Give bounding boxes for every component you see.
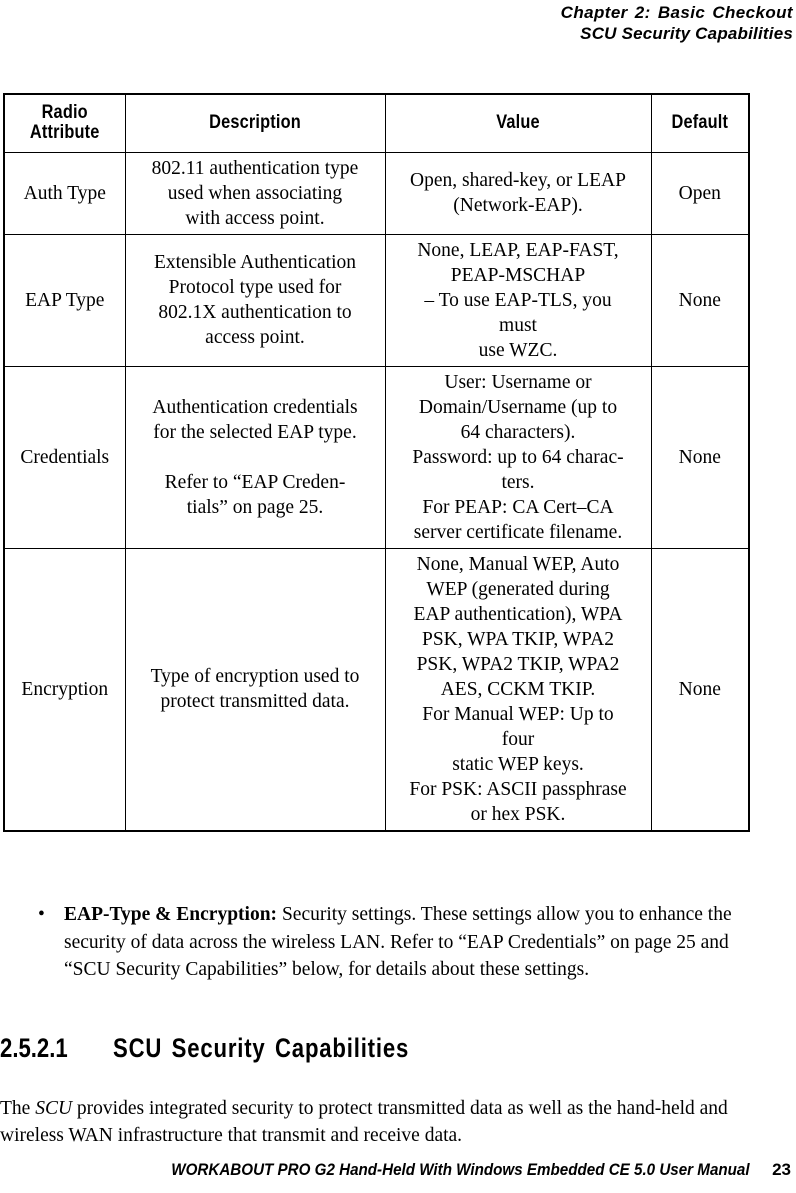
footer-manual-title: WORKABOUT PRO G2 Hand-Held With Windows … (171, 1161, 751, 1179)
bullet-marker-icon: • (38, 904, 45, 925)
table-body: Auth Type 802.11 authentication type use… (3, 151, 750, 831)
column-header-radio-attribute: Radio Attribute (12, 94, 117, 153)
body-paragraph-emphasis: SCU (35, 1097, 73, 1119)
header-section-title: SCU Security Capabilities (580, 24, 793, 43)
cell-description: Authentication credentials for the selec… (124, 365, 386, 549)
page-running-header: Chapter 2: Basic Checkout SCU Security C… (0, 0, 796, 44)
cell-default: None (650, 547, 750, 831)
bullet-lead-in: EAP-Type & Encryption: (64, 904, 278, 925)
column-header-value: Value (403, 94, 633, 153)
header-chapter-title: Chapter 2: Basic Checkout (560, 3, 793, 22)
column-header-default: Default (657, 94, 743, 153)
cell-default: None (650, 365, 750, 549)
body-paragraph-part2: provides integrated security to protect … (0, 1097, 728, 1147)
table-row: Auth Type 802.11 authentication type use… (3, 151, 750, 235)
footer-page-number: 23 (772, 1160, 791, 1179)
table-row: EAP Type Extensible Authentication Proto… (3, 233, 750, 367)
cell-radio-attribute: EAP Type (3, 233, 126, 367)
page-footer: WORKABOUT PRO G2 Hand-Held With Windows … (0, 1160, 796, 1180)
cell-value: Open, shared-key, or LEAP (Network-EAP). (384, 151, 652, 235)
section-heading: 2.5.2.1 SCU Security Capabilities (0, 1032, 760, 1064)
section-title: SCU Security Capabilities (113, 1033, 410, 1063)
table-row: Credentials Authentication credentials f… (3, 365, 750, 549)
cell-radio-attribute: Credentials (3, 365, 126, 549)
body-paragraph: The SCU provides integrated security to … (0, 1095, 780, 1150)
table-row: Encryption Type of encryption used to pr… (3, 547, 750, 831)
table-header-row: Radio Attribute Description Value Defaul… (4, 94, 749, 153)
bullet-list: • EAP-Type & Encryption: Security settin… (38, 901, 748, 984)
cell-default: Open (650, 151, 750, 235)
body-paragraph-part1: The (0, 1097, 36, 1119)
cell-description: 802.11 authentication type used when ass… (124, 151, 386, 235)
cell-value: User: Username or Domain/Username (up to… (384, 365, 652, 549)
bullet-item-text: EAP-Type & Encryption: Security settings… (64, 901, 748, 984)
cell-value: None, Manual WEP, Auto WEP (generated du… (384, 547, 652, 831)
cell-description: Type of encryption used to protect trans… (124, 547, 386, 831)
section-number: 2.5.2.1 (0, 1033, 68, 1063)
cell-description: Extensible Authentication Protocol type … (124, 233, 386, 367)
cell-default: None (650, 233, 750, 367)
list-item: • EAP-Type & Encryption: Security settin… (38, 901, 748, 984)
cell-value: None, LEAP, EAP-FAST, PEAP-MSCHAP – To u… (384, 233, 652, 367)
column-header-description: Description (142, 94, 368, 153)
cell-radio-attribute: Auth Type (3, 151, 126, 235)
radio-attribute-table: Radio Attribute Description Value Defaul… (3, 93, 750, 832)
table-header: Radio Attribute Description Value Defaul… (4, 94, 749, 153)
cell-radio-attribute: Encryption (3, 547, 126, 831)
